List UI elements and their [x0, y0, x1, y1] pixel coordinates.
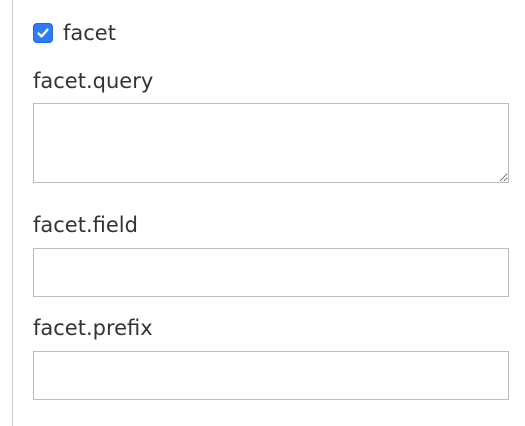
facet-query-label: facet.query: [33, 69, 154, 93]
facet-checkbox-row[interactable]: facet: [33, 16, 509, 50]
facet-section: facet facet.query facet.field facet.pref…: [33, 16, 509, 400]
checkmark-icon: [37, 28, 49, 38]
facet-field-input[interactable]: [33, 248, 509, 297]
left-border: [12, 0, 13, 426]
facet-checkbox[interactable]: [33, 23, 53, 43]
facet-query-textarea[interactable]: [33, 103, 509, 183]
facet-prefix-label: facet.prefix: [33, 316, 153, 340]
facet-checkbox-label[interactable]: facet: [63, 21, 116, 45]
facet-prefix-input[interactable]: [33, 351, 509, 400]
facet-field-label: facet.field: [33, 213, 138, 237]
